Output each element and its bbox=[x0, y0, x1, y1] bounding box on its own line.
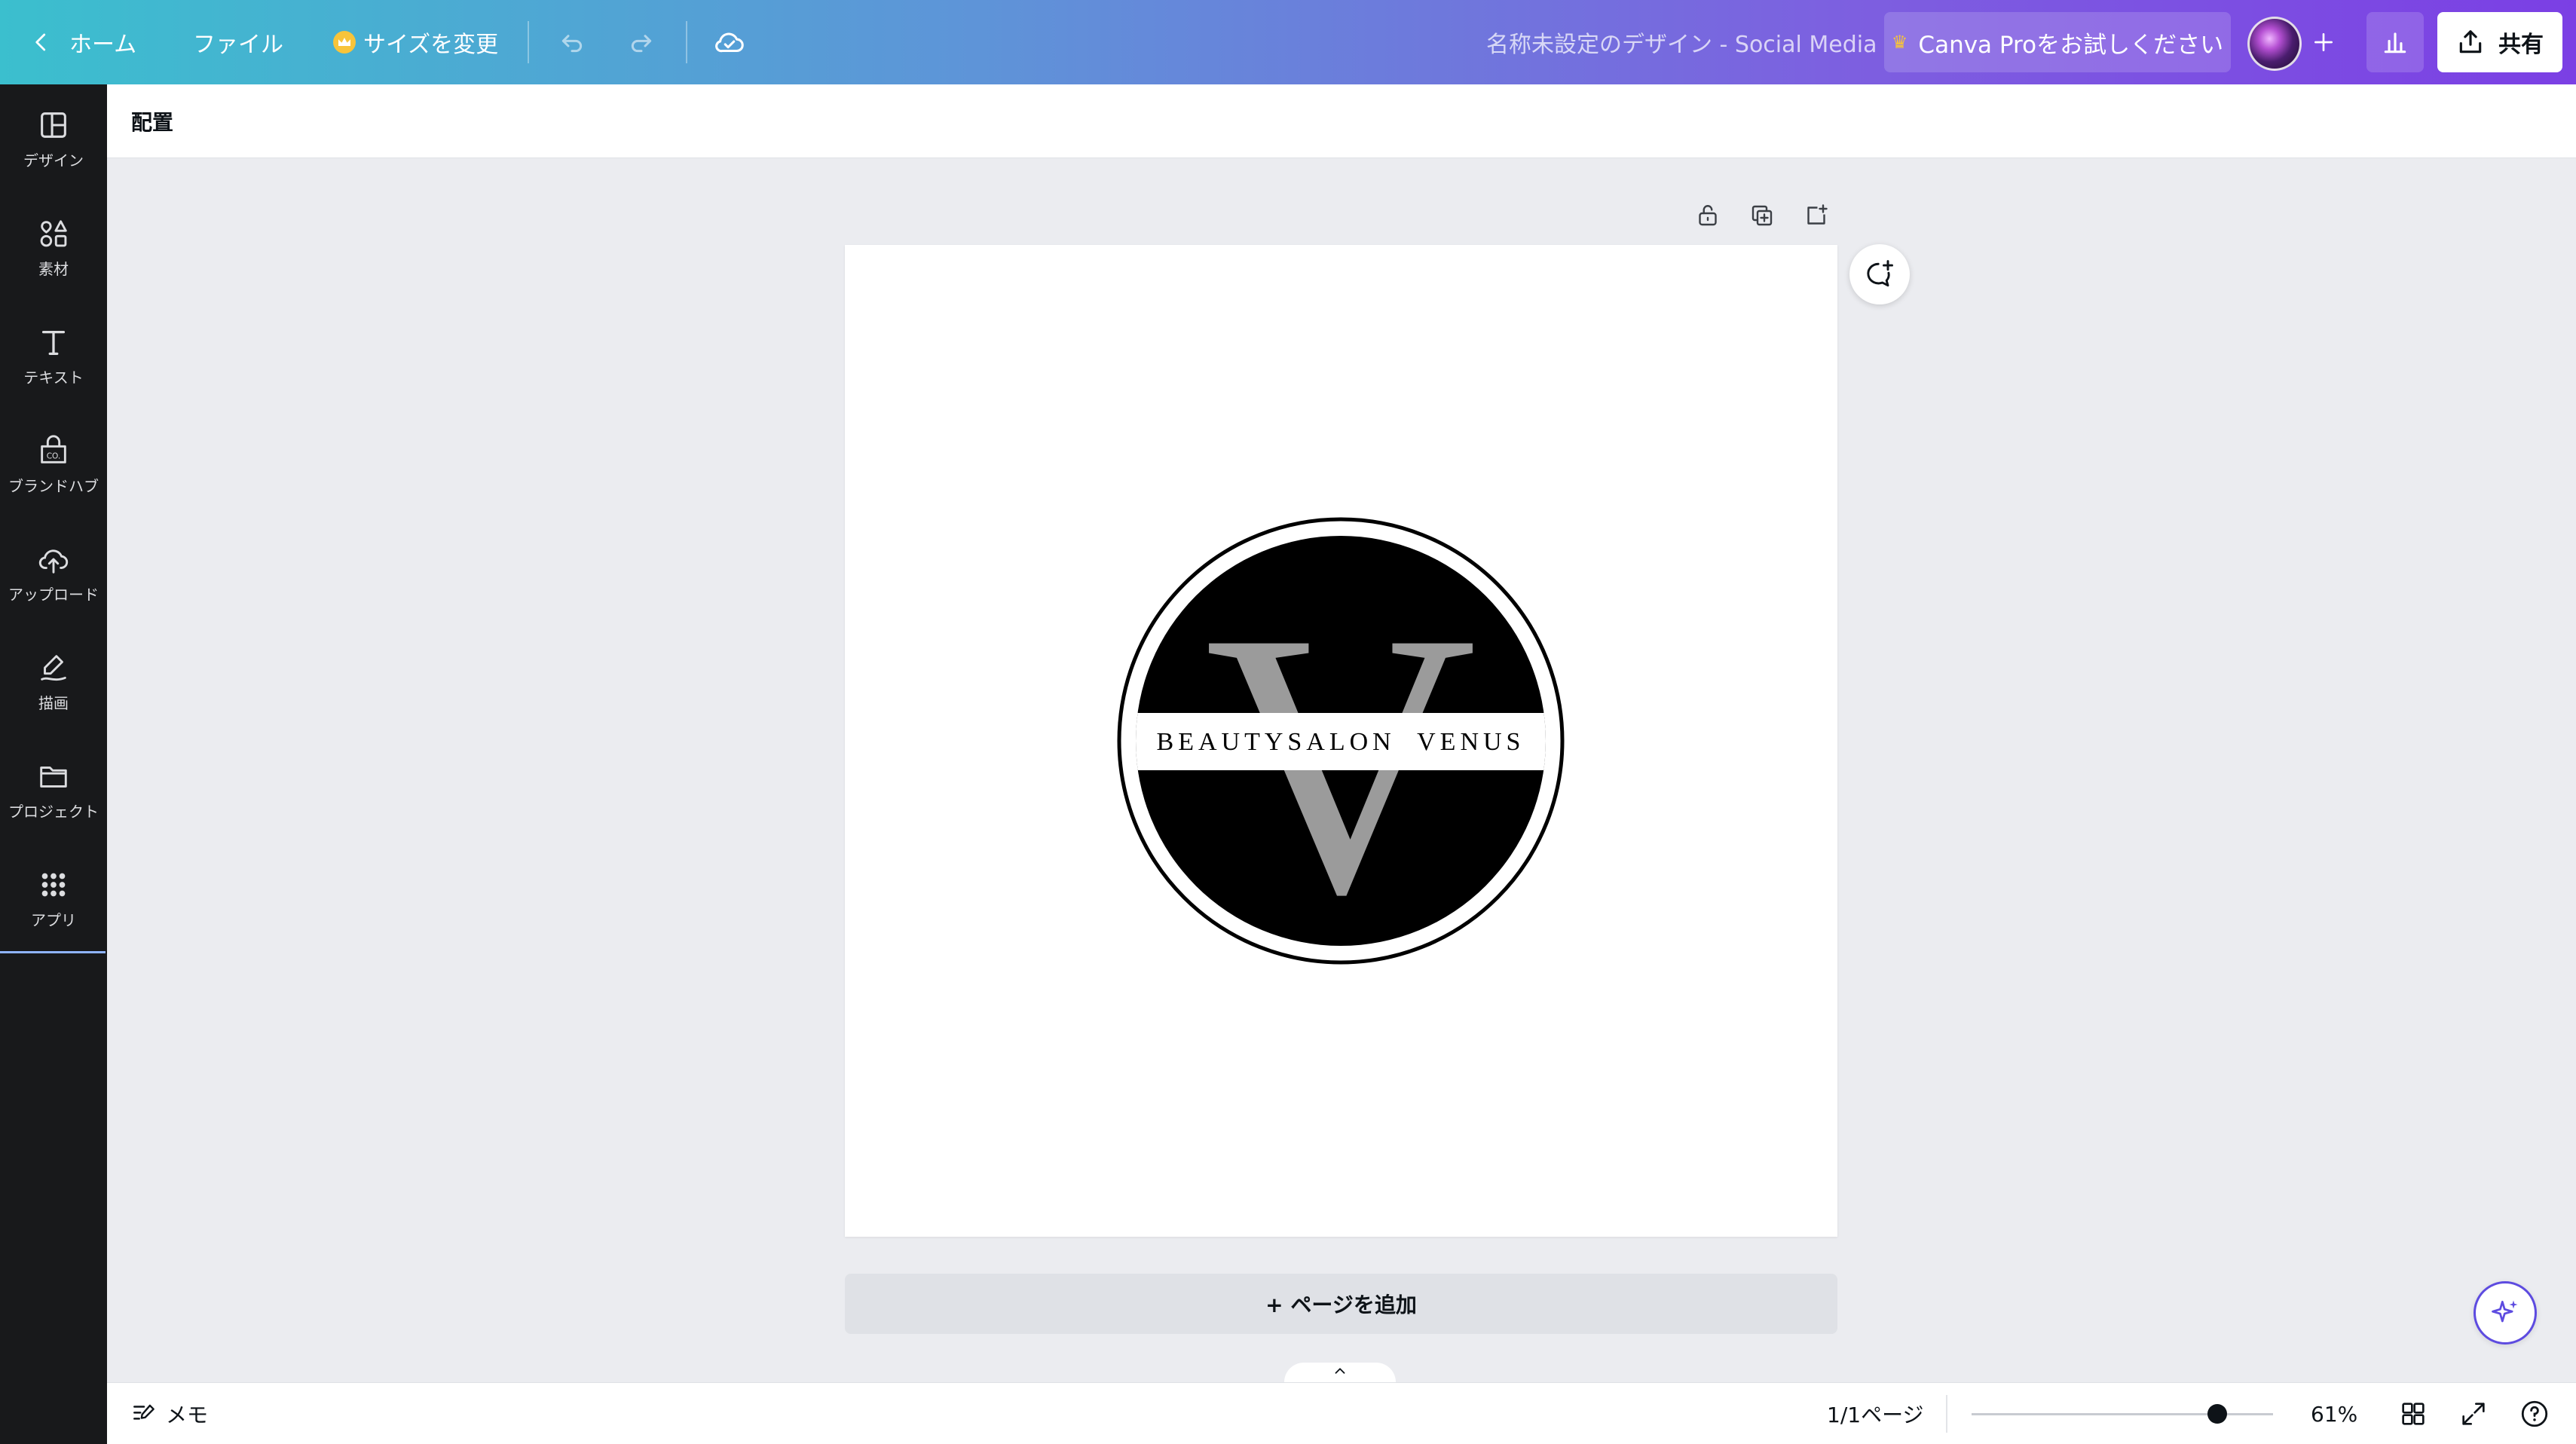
draw-icon bbox=[41, 654, 66, 681]
lock-page-button[interactable] bbox=[1690, 197, 1726, 234]
grid-view-button[interactable] bbox=[2398, 1383, 2428, 1444]
avatar[interactable] bbox=[2247, 17, 2302, 71]
sidebar-item-text[interactable]: テキスト bbox=[0, 301, 107, 410]
sidebar-item-label: アップロード bbox=[8, 585, 99, 604]
grid-view-icon bbox=[2402, 1403, 2425, 1425]
position-button[interactable]: 配置 bbox=[131, 84, 173, 158]
top-bar: ホーム ファイル サイズを変更 名称未設定のデザイン - Social Medi… bbox=[0, 0, 2576, 84]
lock-icon bbox=[1699, 205, 1717, 226]
sidebar-active-indicator bbox=[0, 951, 106, 953]
share-button[interactable]: 共有 bbox=[2437, 12, 2562, 72]
zoom-slider-track[interactable] bbox=[1972, 1413, 2273, 1415]
resize-button[interactable]: サイズを変更 bbox=[333, 0, 498, 84]
notes-label: メモ bbox=[166, 1403, 209, 1427]
sidebar-item-label: 素材 bbox=[38, 259, 69, 278]
elements-icon bbox=[40, 219, 67, 246]
sidebar-item-label: デザイン bbox=[23, 151, 84, 170]
comment-plus-icon bbox=[1867, 260, 1893, 287]
bottom-bar: メモ 1/1ページ 61% bbox=[107, 1382, 2576, 1444]
sidebar-item-draw[interactable]: 描画 bbox=[0, 627, 107, 736]
plus-icon bbox=[2314, 33, 2333, 51]
pro-label: Canva Proをお試しください bbox=[1918, 31, 2224, 59]
undo-button[interactable] bbox=[553, 0, 591, 84]
divider bbox=[686, 21, 687, 63]
sidebar-item-label: アプリ bbox=[31, 910, 76, 929]
logo-wordmark: BEAUTYSALON VENUS bbox=[1157, 728, 1525, 756]
home-button[interactable]: ホーム bbox=[30, 0, 136, 84]
layout-icon bbox=[41, 112, 66, 138]
expand-pages-tab[interactable] bbox=[1284, 1363, 1396, 1382]
brand-hub-icon: CO. bbox=[41, 434, 66, 463]
chevron-left-icon bbox=[35, 33, 46, 51]
document-title[interactable]: 名称未設定のデザイン - Social Media bbox=[1486, 0, 1877, 84]
sidebar-item-label: ブランドハブ bbox=[8, 476, 99, 495]
fullscreen-button[interactable] bbox=[2458, 1383, 2489, 1444]
sidebar-item-apps[interactable]: アプリ bbox=[0, 844, 107, 953]
add-comment-button[interactable] bbox=[1849, 244, 1910, 304]
sidebar-item-label: 描画 bbox=[38, 693, 69, 712]
crown-icon bbox=[333, 31, 356, 54]
undo-icon bbox=[561, 35, 583, 53]
divider bbox=[528, 21, 529, 63]
insights-button[interactable] bbox=[2366, 12, 2424, 72]
file-menu-button[interactable]: ファイル bbox=[193, 0, 283, 84]
try-canva-pro-button[interactable]: ♛ Canva Proをお試しください bbox=[1884, 12, 2231, 72]
sidebar-item-brand-hub[interactable]: CO. ブランドハブ bbox=[0, 410, 107, 519]
fullscreen-icon bbox=[2462, 1403, 2485, 1425]
text-icon bbox=[41, 330, 66, 355]
zoom-percentage[interactable]: 61% bbox=[2311, 1383, 2357, 1444]
crown-icon: ♛ bbox=[1891, 32, 1908, 53]
share-upload-icon bbox=[2459, 30, 2482, 54]
context-toolbar: 配置 bbox=[107, 84, 2576, 158]
resize-label: サイズを変更 bbox=[363, 32, 499, 58]
duplicate-icon bbox=[1751, 205, 1773, 226]
sidebar-item-uploads[interactable]: アップロード bbox=[0, 519, 107, 627]
help-icon bbox=[2521, 1400, 2548, 1427]
sidebar-item-design[interactable]: デザイン bbox=[0, 84, 107, 193]
apps-icon bbox=[41, 873, 66, 896]
left-sidebar: デザイン 素材 テキスト CO. ブランドハブ アップロード 描画 プロジェクト… bbox=[0, 84, 107, 1444]
duplicate-page-button[interactable] bbox=[1744, 197, 1780, 234]
notes-button[interactable]: メモ bbox=[130, 1383, 208, 1444]
folder-icon bbox=[40, 766, 67, 788]
svg-text:CO.: CO. bbox=[47, 451, 61, 460]
bar-chart-icon bbox=[2384, 32, 2406, 54]
design-page[interactable]: V BEAUTYSALON VENUS bbox=[845, 245, 1837, 1237]
page-indicator[interactable]: 1/1ページ bbox=[1827, 1383, 1924, 1444]
magic-assistant-button[interactable] bbox=[2474, 1281, 2537, 1345]
redo-button[interactable] bbox=[623, 0, 660, 84]
add-page-icon bbox=[1807, 204, 1828, 225]
beauty-salon-logo[interactable]: V BEAUTYSALON VENUS bbox=[1115, 515, 1567, 967]
share-label: 共有 bbox=[2498, 32, 2544, 58]
file-label: ファイル bbox=[193, 32, 283, 58]
home-label: ホーム bbox=[69, 32, 137, 58]
redo-icon bbox=[631, 35, 652, 53]
zoom-slider-handle[interactable] bbox=[2207, 1404, 2227, 1424]
sidebar-item-label: プロジェクト bbox=[8, 802, 99, 821]
invite-plus-button[interactable] bbox=[2299, 17, 2348, 68]
help-button[interactable] bbox=[2519, 1383, 2550, 1444]
sidebar-item-elements[interactable]: 素材 bbox=[0, 193, 107, 301]
sidebar-item-label: テキスト bbox=[23, 368, 84, 387]
cloud-check-icon bbox=[715, 32, 744, 53]
save-status-button[interactable] bbox=[708, 0, 751, 84]
add-page-above-button[interactable] bbox=[1798, 197, 1834, 234]
notes-icon bbox=[133, 1404, 154, 1420]
divider bbox=[1946, 1395, 1947, 1433]
sidebar-item-projects[interactable]: プロジェクト bbox=[0, 736, 107, 844]
add-page-button[interactable]: + ページを追加 bbox=[845, 1274, 1837, 1334]
upload-icon bbox=[38, 549, 69, 574]
chevron-up-icon bbox=[1335, 1368, 1345, 1374]
sparkle-icon bbox=[2492, 1300, 2518, 1323]
